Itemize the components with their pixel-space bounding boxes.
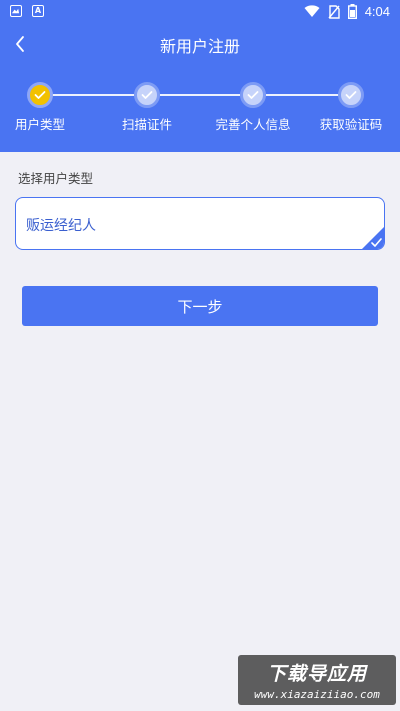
step-verification-code: 获取验证码: [301, 82, 400, 133]
step-label: 获取验证码: [319, 117, 383, 132]
next-step-button[interactable]: 下一步: [22, 286, 378, 326]
header: 新用户注册 用户类型 扫描证件 完善个人信息 获取验证码: [0, 24, 400, 152]
step-dot: [240, 82, 266, 108]
step-scan-id: 扫描证件: [97, 82, 197, 133]
check-icon: [34, 91, 46, 99]
step-dot: [134, 82, 160, 108]
status-bar: A 4:04: [0, 0, 400, 24]
selected-user-type: 贩运经纪人: [26, 218, 96, 234]
watermark-title: 下载导应用: [266, 663, 367, 685]
check-icon: [141, 91, 153, 99]
watermark-url: www.xiazaiziiao.com: [254, 688, 380, 701]
page-title: 新用户注册: [159, 37, 240, 56]
selected-check-icon: [362, 227, 384, 249]
status-time: 4:04: [364, 4, 390, 19]
font-icon: A: [32, 5, 44, 17]
step-label: 完善个人信息: [215, 117, 291, 132]
step-personal-info: 完善个人信息: [203, 82, 303, 133]
battery-icon: [347, 4, 357, 19]
step-label: 用户类型: [14, 117, 65, 132]
wifi-icon: [304, 5, 320, 17]
check-icon: [345, 91, 357, 99]
section-label: 选择用户类型: [18, 171, 94, 186]
step-label: 扫描证件: [121, 117, 172, 132]
image-icon: [10, 5, 22, 17]
step-dot: [338, 82, 364, 108]
user-type-select[interactable]: 贩运经纪人: [15, 197, 385, 250]
step-dot: [27, 82, 53, 108]
watermark-logo: 下载导应用 www.xiazaiziiao.com: [238, 655, 396, 705]
step-user-type: 用户类型: [0, 82, 90, 133]
no-sim-icon: [328, 4, 340, 19]
check-icon: [247, 91, 259, 99]
